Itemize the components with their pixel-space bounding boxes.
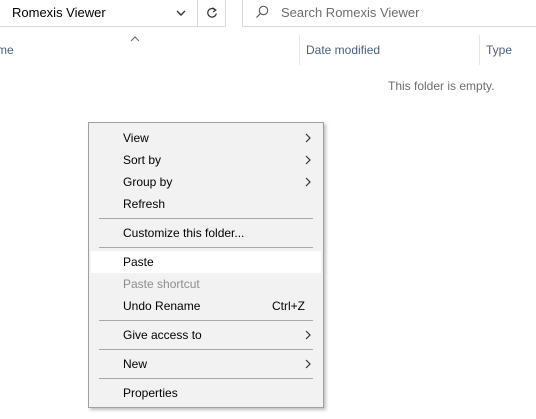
column-header-row: me Date modified Type xyxy=(0,35,536,65)
menu-item-label: Properties xyxy=(123,386,178,400)
address-dropdown-button[interactable] xyxy=(171,0,191,26)
chevron-right-icon xyxy=(305,155,311,165)
refresh-icon xyxy=(206,7,217,18)
chevron-right-icon xyxy=(305,359,311,369)
menu-item-label: Refresh xyxy=(123,197,166,211)
menu-separator xyxy=(99,247,313,248)
column-type[interactable]: Type xyxy=(486,43,512,57)
menu-item-group-by[interactable]: Group by xyxy=(91,171,321,193)
column-date-modified[interactable]: Date modified xyxy=(306,43,380,57)
menu-separator xyxy=(99,218,313,219)
menu-item-label: Paste shortcut xyxy=(123,277,200,291)
menu-item-label: Sort by xyxy=(123,153,162,167)
context-menu: View Sort by Group by Refresh Customize … xyxy=(88,122,324,408)
keyboard-shortcut: Ctrl+Z xyxy=(272,299,305,313)
sort-ascending-icon xyxy=(130,36,140,42)
address-bar[interactable]: Romexis Viewer xyxy=(0,0,226,27)
chevron-right-icon xyxy=(305,330,311,340)
menu-item-paste[interactable]: Paste xyxy=(91,251,321,273)
column-divider[interactable] xyxy=(479,35,480,65)
menu-separator xyxy=(99,349,313,350)
menu-item-undo-rename[interactable]: Undo Rename Ctrl+Z xyxy=(91,295,321,317)
search-input[interactable]: Search Romexis Viewer xyxy=(281,5,419,20)
refresh-button[interactable] xyxy=(197,0,225,26)
address-path[interactable]: Romexis Viewer xyxy=(12,5,106,20)
menu-item-customize-folder[interactable]: Customize this folder... xyxy=(91,222,321,244)
menu-item-label: Group by xyxy=(123,175,173,189)
menu-separator xyxy=(99,320,313,321)
menu-item-label: Paste xyxy=(123,255,154,269)
menu-item-label: Give access to xyxy=(123,328,202,342)
chevron-right-icon xyxy=(305,133,311,143)
menu-item-label: New xyxy=(123,357,148,371)
menu-item-view[interactable]: View xyxy=(91,127,321,149)
menu-item-properties[interactable]: Properties xyxy=(91,382,321,404)
menu-item-paste-shortcut: Paste shortcut xyxy=(91,273,321,295)
search-icon xyxy=(256,5,269,18)
menu-item-new[interactable]: New xyxy=(91,353,321,375)
menu-item-refresh[interactable]: Refresh xyxy=(91,193,321,215)
menu-item-label: Undo Rename xyxy=(123,299,201,313)
empty-folder-message: This folder is empty. xyxy=(388,79,495,93)
menu-item-label: View xyxy=(123,131,149,145)
search-box[interactable]: Search Romexis Viewer xyxy=(242,0,536,27)
menu-item-label: Customize this folder... xyxy=(123,226,245,240)
column-name[interactable]: me xyxy=(0,43,14,57)
menu-item-give-access[interactable]: Give access to xyxy=(91,324,321,346)
chevron-down-icon xyxy=(176,10,186,16)
menu-separator xyxy=(99,378,313,379)
column-divider[interactable] xyxy=(299,35,300,65)
chevron-right-icon xyxy=(305,177,311,187)
menu-item-sort-by[interactable]: Sort by xyxy=(91,149,321,171)
